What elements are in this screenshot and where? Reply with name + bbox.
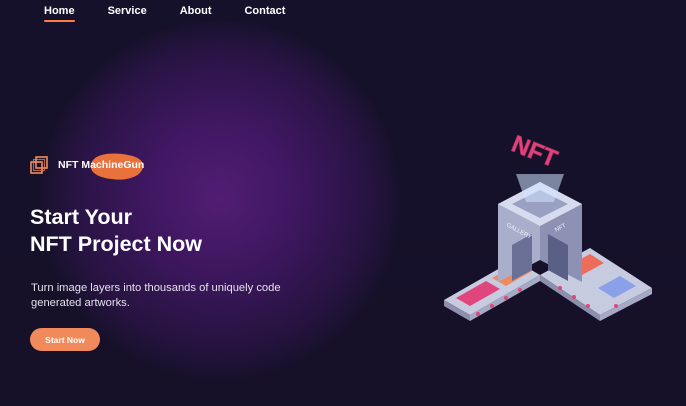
- hero-title-line1: Start Your: [30, 205, 132, 229]
- nav-service-link[interactable]: Service: [108, 5, 147, 22]
- hero-title: Start Your NFT Project Now: [30, 204, 202, 258]
- nav-home-link[interactable]: Home: [44, 5, 75, 22]
- background-glow: [40, 20, 400, 380]
- nav-contact-link[interactable]: Contact: [244, 5, 285, 22]
- nav-about-link[interactable]: About: [180, 5, 212, 22]
- hero-title-line2: NFT Project Now: [30, 232, 203, 256]
- brand-name: NFT MachineGun: [58, 159, 145, 171]
- nft-sign: NFT: [508, 131, 562, 174]
- top-nav: Home Service About Contact: [44, 5, 318, 22]
- start-now-button[interactable]: Start Now: [30, 328, 100, 351]
- nft-gallery-illustration: GALLERY NFT NFT: [444, 130, 652, 321]
- hero-subtitle: Turn image layers into thousands of uniq…: [31, 282, 281, 309]
- stacked-squares-icon: [30, 156, 48, 174]
- brand: NFT MachineGun: [30, 153, 145, 180]
